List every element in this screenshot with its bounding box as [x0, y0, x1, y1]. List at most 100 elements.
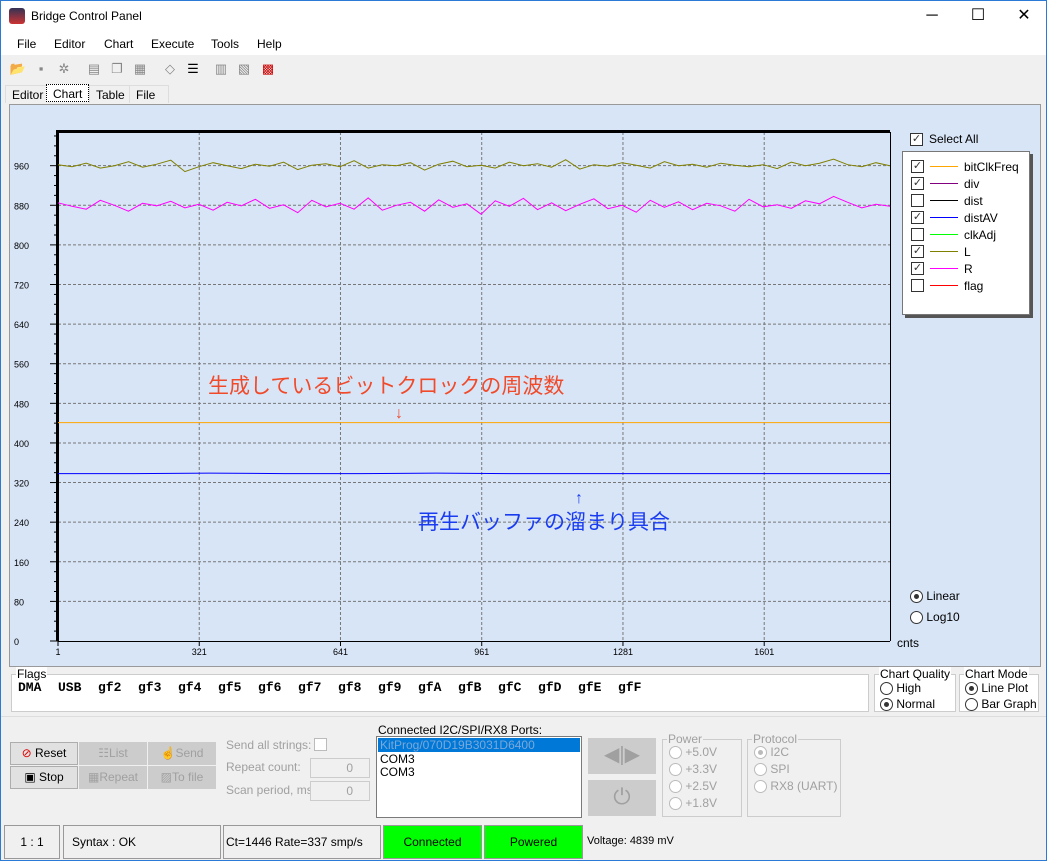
legend-label: L	[964, 244, 971, 259]
scan-period-label: Scan period, ms:	[226, 783, 317, 797]
ports-list[interactable]: KitProg/070D19B3031D6400 COM3 COM3	[376, 736, 582, 818]
legend-item-bitClkFreq[interactable]: ✓ bitClkFreq	[911, 158, 1019, 175]
minimize-button[interactable]: ─	[909, 1, 955, 33]
legend-label: dist	[964, 193, 983, 208]
x-tick-label: 321	[192, 647, 207, 657]
power-radio[interactable]: +3.3V	[669, 762, 717, 777]
protocol-radio[interactable]: I2C	[754, 745, 790, 760]
stop-label: Stop	[39, 770, 64, 784]
y-tick-label: 800	[14, 241, 29, 251]
protocol-radio[interactable]: SPI	[754, 762, 790, 777]
port-item[interactable]: KitProg/070D19B3031D6400	[378, 738, 580, 752]
paste-icon[interactable]: ▦	[131, 61, 149, 79]
to-file-button[interactable]: ▨To file	[148, 766, 216, 789]
chart-color-icon[interactable]: ▩	[259, 61, 277, 79]
legend-swatch	[930, 268, 958, 269]
tab-chart[interactable]: Chart	[46, 84, 90, 102]
legend-swatch	[930, 234, 958, 235]
tab-editor[interactable]: Editor	[5, 85, 51, 103]
menu-editor[interactable]: Editor	[54, 37, 85, 51]
legend-swatch	[930, 166, 958, 167]
repeat-count-value: 0	[346, 761, 353, 775]
power-group: Power +5.0V +3.3V +2.5V +1.8V	[662, 732, 742, 817]
syntax-status: Syntax : OK	[63, 825, 221, 859]
chart-search-icon[interactable]: ▧	[235, 61, 253, 79]
flag-gfF: gfF	[618, 680, 642, 695]
legend-label: flag	[964, 278, 984, 293]
menu-execute[interactable]: Execute	[151, 37, 194, 51]
flag-gf2: gf2	[98, 680, 122, 695]
legend-item-R[interactable]: ✓ R	[911, 260, 973, 277]
x-tick-label: 1	[55, 647, 60, 657]
lines-icon[interactable]: ☰	[184, 61, 202, 79]
legend-item-flag[interactable]: flag	[911, 277, 983, 294]
chart-plot: 0 80 160 240 320 400 480 560 640 720 800 880 960 1 321…	[14, 130, 919, 657]
arrow-up-icon: ↑	[575, 490, 583, 507]
protocol-radio[interactable]: RX8 (UART)	[754, 779, 838, 794]
menu-file[interactable]: File	[17, 37, 36, 51]
checkbox-icon: ✓	[910, 132, 923, 146]
connect-toggle-button[interactable]: ◀|▶	[588, 738, 656, 774]
power-radio[interactable]: +5.0V	[669, 745, 717, 760]
mode-line-radio[interactable]: Line Plot	[965, 681, 1028, 696]
copy-format-icon[interactable]: ▤	[85, 61, 103, 79]
flag-gfA: gfA	[418, 680, 442, 695]
quality-high-radio[interactable]: High	[880, 681, 922, 696]
menu-help[interactable]: Help	[257, 37, 282, 51]
mode-bar-radio[interactable]: Bar Graph	[965, 697, 1037, 712]
maximize-button[interactable]: ☐	[955, 1, 1001, 33]
repeat-icon: ▦	[87, 770, 100, 784]
copy-icon[interactable]: ❐	[108, 61, 126, 79]
quality-normal-label: Normal	[896, 697, 936, 711]
protocol-title: Protocol	[752, 732, 799, 746]
log10-radio[interactable]: Log10	[910, 610, 960, 625]
send-icon: ☝	[160, 746, 176, 760]
legend-item-dist[interactable]: dist	[911, 192, 983, 209]
power-button[interactable]: ⏻	[588, 780, 656, 816]
legend-item-L[interactable]: ✓ L	[911, 243, 971, 260]
menu-tools[interactable]: Tools	[211, 37, 239, 51]
flag-gfE: gfE	[578, 680, 602, 695]
power-radio[interactable]: +1.8V	[669, 796, 717, 811]
repeat-button[interactable]: ▦Repeat	[79, 766, 147, 789]
quality-high-label: High	[896, 681, 922, 695]
y-tick-label: 960	[14, 162, 29, 172]
protocol-option-label: RX8 (UART)	[770, 779, 838, 793]
chart-zoom-icon[interactable]: ▥	[212, 61, 230, 79]
close-button[interactable]: ✕	[1001, 1, 1047, 33]
scan-period-stepper[interactable]: 0	[310, 781, 370, 801]
series-distAV	[58, 472, 890, 475]
send-all-checkbox[interactable]	[314, 738, 327, 751]
x-tick-label: 1601	[754, 647, 774, 657]
power-radio[interactable]: +2.5V	[669, 779, 717, 794]
legend-item-div[interactable]: ✓ div	[911, 175, 979, 192]
save-icon[interactable]: ▪	[32, 61, 50, 79]
file-icon: ▨	[160, 770, 172, 784]
quality-normal-radio[interactable]: Normal	[880, 697, 936, 712]
connected-status: Connected	[383, 825, 482, 859]
legend-label: bitClkFreq	[964, 159, 1019, 174]
linear-radio[interactable]: Linear	[910, 589, 960, 604]
flag-gf4: gf4	[178, 680, 202, 695]
stop-button[interactable]: ▣ Stop	[10, 766, 78, 789]
linear-label: Linear	[926, 589, 960, 603]
list-button[interactable]: ☷List	[79, 742, 147, 765]
port-item[interactable]: COM3	[377, 766, 581, 779]
eraser-icon[interactable]: ◇	[161, 61, 179, 79]
open-icon[interactable]: 📂	[9, 61, 27, 79]
tab-file[interactable]: File	[129, 85, 169, 103]
repeat-count-stepper[interactable]: 0	[310, 758, 370, 778]
legend-item-distAV[interactable]: ✓ distAV	[911, 209, 998, 226]
y-tick-label: 720	[14, 281, 29, 291]
protocol-option-label: I2C	[770, 745, 790, 759]
menu-chart[interactable]: Chart	[104, 37, 133, 51]
send-button[interactable]: ☝Send	[148, 742, 216, 765]
reset-button[interactable]: ⊘ Reset	[10, 742, 78, 765]
tab-table[interactable]: Table	[89, 85, 132, 103]
legend-item-clkAdj[interactable]: clkAdj	[911, 226, 996, 243]
checkbox-icon: ✓	[911, 177, 924, 190]
flag-USB: USB	[58, 680, 82, 695]
save-all-icon[interactable]: ✲	[55, 61, 73, 79]
select-all-checkbox[interactable]: ✓ Select All	[910, 132, 978, 146]
flag-gf3: gf3	[138, 680, 162, 695]
